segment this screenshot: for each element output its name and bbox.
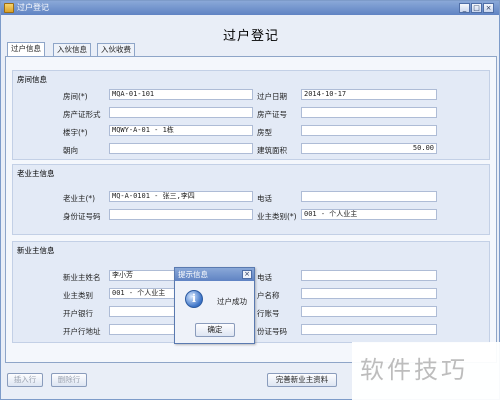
property-no-input[interactable] [301, 107, 437, 118]
bank-label: 开户银行 [63, 309, 93, 318]
account-no-label: 行账号 [257, 309, 280, 318]
area-input[interactable]: 50.00 [301, 143, 437, 154]
info-icon: i [185, 290, 203, 308]
delete-row-button[interactable]: 删除行 [51, 373, 87, 387]
watermark: 软件技巧 [352, 342, 500, 400]
room-input[interactable]: MQA-01-101 [109, 89, 253, 100]
old-owner-label: 老业主(*) [63, 194, 96, 203]
group-title: 房间信息 [17, 75, 47, 84]
account-name-input[interactable] [301, 288, 437, 299]
old-owner-input[interactable]: MQ-A-0101 - 张三,李四 [109, 191, 253, 202]
new-owner-id-input[interactable] [301, 324, 437, 335]
close-button[interactable]: × [483, 3, 494, 13]
transfer-date-label: 过户日期 [257, 92, 287, 101]
house-info-group: 房间信息 房间(*) MQA-01-101 过户日期 2014-10-17 房产… [12, 70, 490, 160]
insert-row-button[interactable]: 插入行 [7, 373, 43, 387]
old-owner-id-input[interactable] [109, 209, 253, 220]
complete-new-owner-button[interactable]: 完善新业主资料 [267, 373, 337, 387]
property-form-label: 房产证形式 [63, 110, 101, 119]
property-no-label: 房产证号 [257, 110, 287, 119]
form-title: 过户登记 [222, 29, 279, 44]
new-owner-id-label: 份证号码 [257, 327, 287, 336]
watermark-text: 软件技巧 [360, 356, 468, 384]
old-owner-category-input[interactable]: 001 - 个人业主 [301, 209, 437, 220]
area-label: 建筑面积 [257, 146, 287, 155]
old-owner-phone-label: 电话 [257, 194, 272, 203]
dialog-close-icon[interactable]: × [242, 270, 252, 279]
dialog-ok-button[interactable]: 确定 [195, 323, 235, 337]
house-type-label: 房型 [257, 128, 272, 137]
tab-move-in-info[interactable]: 入伙信息 [53, 43, 91, 56]
old-owner-category-label: 业主类别(*) [257, 212, 297, 221]
account-no-input[interactable] [301, 306, 437, 317]
group-title: 新业主信息 [17, 246, 55, 255]
bank-address-label: 开户行地址 [63, 327, 101, 336]
house-type-input[interactable] [301, 125, 437, 136]
new-owner-category-label: 业主类别 [63, 291, 93, 300]
minimize-button[interactable]: _ [459, 3, 470, 13]
building-label: 楼宇(*) [63, 128, 88, 137]
dialog-message: 过户成功 [217, 297, 247, 306]
orientation-input[interactable] [109, 143, 253, 154]
property-form-input[interactable] [109, 107, 253, 118]
transfer-date-input[interactable]: 2014-10-17 [301, 89, 437, 100]
group-title: 老业主信息 [17, 169, 55, 178]
new-owner-phone-input[interactable] [301, 270, 437, 281]
app-icon [4, 3, 14, 13]
account-name-label: 户名称 [257, 291, 280, 300]
orientation-label: 朝向 [63, 146, 78, 155]
window-titlebar[interactable]: 过户登记 _ □ × [1, 1, 499, 15]
success-dialog: 提示信息 × i 过户成功 确定 [174, 267, 255, 344]
room-label: 房间(*) [63, 92, 88, 101]
tab-move-in-charges[interactable]: 入伙收费 [97, 43, 135, 56]
old-owner-phone-input[interactable] [301, 191, 437, 202]
old-owner-group: 老业主信息 老业主(*) MQ-A-0101 - 张三,李四 电话 身份证号码 … [12, 164, 490, 235]
new-owner-phone-label: 电话 [257, 273, 272, 282]
old-owner-id-label: 身份证号码 [63, 212, 101, 221]
transfer-registration-window: 过户登记 _ □ × 过户登记 过户信息 入伙信息 入伙收费 房间信息 房间(*… [0, 0, 500, 400]
window-title: 过户登记 [17, 3, 49, 12]
tab-transfer-info[interactable]: 过户信息 [7, 42, 45, 56]
building-input[interactable]: MQWY-A-01 - 1栋 [109, 125, 253, 136]
maximize-button[interactable]: □ [471, 3, 482, 13]
new-owner-name-label: 新业主姓名 [63, 273, 101, 282]
